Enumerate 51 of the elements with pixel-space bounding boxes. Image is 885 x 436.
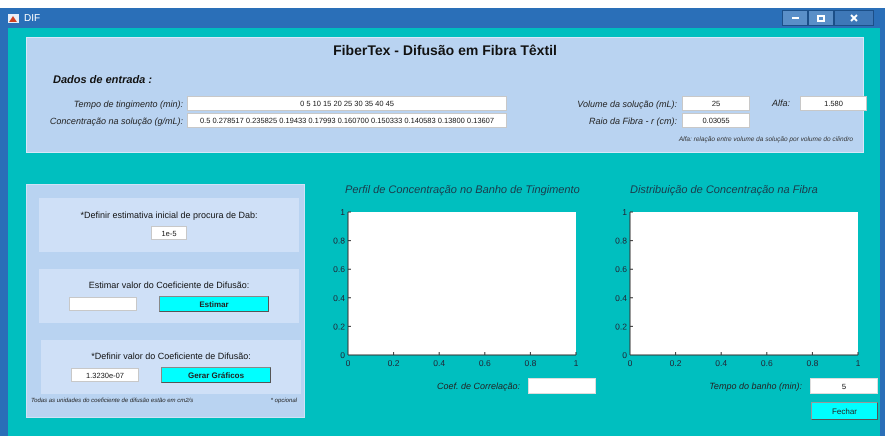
field-label: Concentração na solução (g/mL): [48, 116, 183, 126]
tick-label: 0.6 [760, 358, 773, 368]
chart-title: Distribuição de Concentração na Fibra [630, 184, 819, 198]
field-label: Volume da solução (mL): [576, 98, 677, 108]
chart-title: Perfil de Concentração no Banho de Tingimento [345, 184, 581, 198]
close-icon [850, 14, 858, 22]
tick-label: 0 [340, 350, 345, 360]
input-field[interactable] [528, 378, 596, 394]
tick-label: 1 [574, 358, 578, 368]
tick-label: 1 [856, 358, 860, 368]
tick-label: 0.4 [715, 358, 728, 368]
tick-label: 0.2 [333, 321, 345, 332]
tick-label: 1 [622, 207, 627, 217]
tick-label: 1 [340, 207, 345, 217]
tick-label: 0.6 [478, 358, 491, 368]
tick-label: 0.4 [333, 292, 345, 303]
field-label: Alfa: [772, 97, 790, 110]
action-button[interactable]: Gerar Gráficos [161, 367, 271, 383]
tick-label: 0.8 [333, 236, 345, 246]
field-label: Coef. de Correlação: [436, 381, 520, 391]
field-label: Raio da Fibra - r (cm): [588, 116, 677, 126]
tick-label: 0.8 [524, 358, 536, 368]
tick-label: 0 [622, 350, 627, 360]
step-label: *Definir estimativa inicial de procura de Dab: [80, 210, 258, 220]
tick-label: 0.2 [615, 321, 627, 332]
tick-label: 0.6 [615, 264, 627, 274]
step-label: *Definir valor do Coeficiente de Difusão: [91, 351, 251, 361]
close-button[interactable]: Fechar [811, 402, 878, 420]
tick-label: 0.4 [433, 358, 446, 368]
maximize-button[interactable] [808, 10, 834, 26]
action-button[interactable]: Estimar [159, 296, 269, 312]
close-button[interactable] [834, 10, 874, 26]
field-label: Tempo de tingimento (min): [72, 98, 183, 108]
app-title: FiberTex - Difusão em Fibra Têxtil [332, 42, 558, 58]
tick-label: 0.2 [670, 358, 682, 368]
field-label: Tempo do banho (min): [709, 381, 802, 391]
tick-label: 0 [346, 358, 350, 368]
step-label: Estimar valor do Coeficiente de Difusão: [88, 280, 250, 290]
maximize-icon [817, 14, 825, 22]
app-icon [8, 14, 19, 22]
tick-label: 0 [628, 358, 632, 368]
section-label: Dados de entrada : [53, 74, 154, 86]
minimize-icon [792, 17, 798, 19]
tick-label: 0.4 [615, 292, 627, 303]
input-field[interactable] [69, 297, 137, 311]
tick-label: 0.8 [806, 358, 818, 368]
tick-label: 0.2 [388, 358, 400, 368]
window-title: DIF [24, 12, 42, 24]
tick-label: 0.8 [615, 236, 627, 246]
minimize-button[interactable] [782, 10, 808, 26]
tick-label: 0.6 [333, 264, 345, 274]
